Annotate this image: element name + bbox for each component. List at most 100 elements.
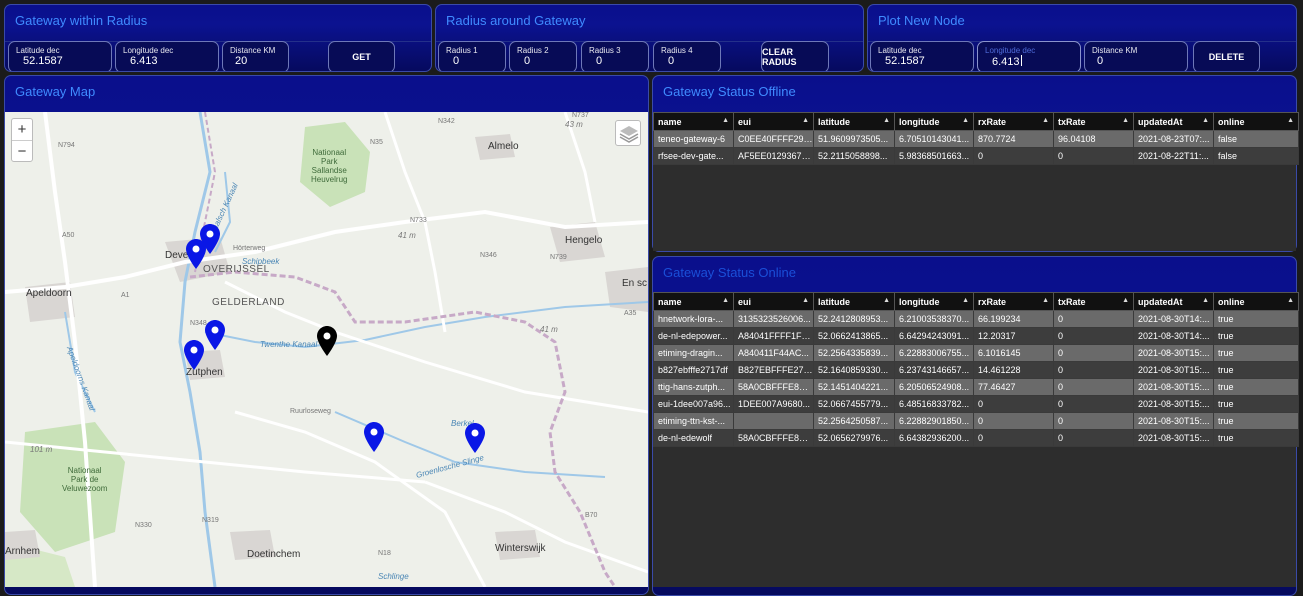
map-label: 43 m bbox=[565, 120, 583, 129]
sort-arrow-icon[interactable]: ▲ bbox=[1287, 117, 1294, 124]
column-header-label: rxRate bbox=[978, 296, 1007, 307]
field-label: Latitude dec bbox=[878, 46, 922, 55]
table-cell: 52.1640859330... bbox=[813, 361, 895, 379]
gateway-marker[interactable] bbox=[186, 239, 206, 269]
sort-arrow-icon[interactable]: ▲ bbox=[1042, 117, 1049, 124]
gateway-map[interactable]: Almelo Hengelo En sc Deven OVERIJSSEL GE… bbox=[5, 112, 648, 587]
delete-button[interactable]: DELETE bbox=[1193, 41, 1260, 71]
longitude-field[interactable]: Longitude dec 6.413 bbox=[115, 41, 219, 71]
field-label: Longitude dec bbox=[123, 46, 174, 55]
table-row[interactable]: de-nl-edewolf 58A0CBFFFE804... 52.06562799… bbox=[653, 429, 1299, 447]
column-header-latitude[interactable]: latitude ▲ bbox=[813, 112, 895, 131]
radius-3-field[interactable]: Radius 3 0 bbox=[581, 41, 649, 71]
map-label: N18 bbox=[378, 550, 391, 557]
table-row[interactable]: ttig-hans-zutph... 58A0CBFFFE800... 52.145… bbox=[653, 378, 1299, 396]
table-row[interactable]: eui-1dee007a96... 1DEE007A9680... 52.06674… bbox=[653, 395, 1299, 413]
table-row[interactable]: etiming-dragin... A840411F44AC... 52.25643… bbox=[653, 344, 1299, 362]
sort-arrow-icon[interactable]: ▲ bbox=[883, 297, 890, 304]
column-header-label: name bbox=[658, 296, 682, 307]
table-cell: true bbox=[1213, 361, 1299, 379]
latitude-field[interactable]: Latitude dec 52.1587 bbox=[8, 41, 112, 71]
table-cell: true bbox=[1213, 429, 1299, 447]
get-button[interactable]: GET bbox=[328, 41, 395, 71]
sort-arrow-icon[interactable]: ▲ bbox=[722, 297, 729, 304]
column-header-updatedAt[interactable]: updatedAt ▲ bbox=[1133, 112, 1214, 131]
column-header-longitude[interactable]: longitude ▲ bbox=[894, 292, 974, 311]
map-label: N330 bbox=[135, 522, 152, 529]
sort-arrow-icon[interactable]: ▲ bbox=[722, 117, 729, 124]
table-cell: 58A0CBFFFE800... bbox=[733, 378, 814, 396]
column-header-rxRate[interactable]: rxRate ▲ bbox=[973, 292, 1054, 311]
sort-arrow-icon[interactable]: ▲ bbox=[1042, 297, 1049, 304]
table-row[interactable]: hnetwork-lora-... 3135323526006... 52.2412… bbox=[653, 310, 1299, 328]
layers-button[interactable] bbox=[615, 120, 641, 146]
gateway-marker[interactable] bbox=[205, 320, 225, 350]
table-cell: de-nl-edepower... bbox=[653, 327, 734, 345]
map-label: En sc bbox=[622, 278, 648, 289]
table-row[interactable]: b827ebfffe2717df B827EBFFFE271... 52.16408… bbox=[653, 361, 1299, 379]
gateway-marker[interactable] bbox=[465, 423, 485, 453]
node-longitude-field[interactable]: Longitude dec 6.413 bbox=[977, 41, 1081, 71]
table-cell: de-nl-edewolf bbox=[653, 429, 734, 447]
table-cell: false bbox=[1213, 130, 1299, 148]
map-label: N794 bbox=[58, 142, 75, 149]
table-cell: b827ebfffe2717df bbox=[653, 361, 734, 379]
field-label: Radius 1 bbox=[446, 46, 478, 55]
map-label: N35 bbox=[370, 139, 383, 146]
radius-4-field[interactable]: Radius 4 0 bbox=[653, 41, 721, 71]
map-label: Nationaal Park Sallandse Heuvelrug bbox=[311, 148, 348, 184]
radius-1-field[interactable]: Radius 1 0 bbox=[438, 41, 506, 71]
sort-arrow-icon[interactable]: ▲ bbox=[1122, 297, 1129, 304]
column-header-label: eui bbox=[738, 296, 752, 307]
gateway-marker[interactable] bbox=[184, 340, 204, 370]
column-header-rxRate[interactable]: rxRate ▲ bbox=[973, 112, 1054, 131]
radius-2-field[interactable]: Radius 2 0 bbox=[509, 41, 577, 71]
zoom-control: + − bbox=[11, 118, 33, 162]
distance-field[interactable]: Distance KM 20 bbox=[222, 41, 289, 71]
column-header-online[interactable]: online ▲ bbox=[1213, 292, 1299, 311]
column-header-latitude[interactable]: latitude ▲ bbox=[813, 292, 895, 311]
table-cell: 0 bbox=[973, 412, 1054, 430]
clear-radius-button[interactable]: CLEAR RADIUS bbox=[761, 41, 829, 71]
zoom-out-button[interactable]: − bbox=[12, 140, 32, 161]
table-cell: 52.1451404221... bbox=[813, 378, 895, 396]
table-cell: 52.2564250587... bbox=[813, 412, 895, 430]
sort-arrow-icon[interactable]: ▲ bbox=[1122, 117, 1129, 124]
table-cell: 2021-08-22T11:... bbox=[1133, 147, 1214, 165]
column-header-online[interactable]: online ▲ bbox=[1213, 112, 1299, 131]
table-cell: 6.1016145 bbox=[973, 344, 1054, 362]
column-header-name[interactable]: name ▲ bbox=[653, 292, 734, 311]
table-cell: true bbox=[1213, 412, 1299, 430]
table-row[interactable]: etiming-ttn-kst-... 52.2564250587... 6.228… bbox=[653, 412, 1299, 430]
table-row[interactable]: rfsee-dev-gate... AF5EE01293673... 52.2115… bbox=[653, 147, 1299, 165]
column-header-txRate[interactable]: txRate ▲ bbox=[1053, 112, 1134, 131]
field-value: 52.1587 bbox=[885, 55, 925, 67]
sort-arrow-icon[interactable]: ▲ bbox=[802, 117, 809, 124]
column-header-updatedAt[interactable]: updatedAt ▲ bbox=[1133, 292, 1214, 311]
online-table: name ▲ eui ▲ latitude ▲ longitude ▲ rxRate ▲ txRat… bbox=[653, 292, 1299, 447]
sort-arrow-icon[interactable]: ▲ bbox=[962, 117, 969, 124]
gateway-marker[interactable] bbox=[364, 422, 384, 452]
column-header-name[interactable]: name ▲ bbox=[653, 112, 734, 131]
table-row[interactable]: teneo-gateway-6 C0EE40FFFF294... 51.960997… bbox=[653, 130, 1299, 148]
layers-icon bbox=[619, 126, 639, 143]
table-row[interactable]: de-nl-edepower... A84041FFFF1F7... 52.0662… bbox=[653, 327, 1299, 345]
node-marker[interactable] bbox=[317, 326, 337, 356]
sort-arrow-icon[interactable]: ▲ bbox=[1287, 297, 1294, 304]
node-distance-field[interactable]: Distance KM 0 bbox=[1084, 41, 1188, 71]
table-cell: 0 bbox=[973, 429, 1054, 447]
column-header-eui[interactable]: eui ▲ bbox=[733, 112, 814, 131]
column-header-txRate[interactable]: txRate ▲ bbox=[1053, 292, 1134, 311]
column-header-label: latitude bbox=[818, 116, 851, 127]
column-header-longitude[interactable]: longitude ▲ bbox=[894, 112, 974, 131]
sort-arrow-icon[interactable]: ▲ bbox=[802, 297, 809, 304]
sort-arrow-icon[interactable]: ▲ bbox=[883, 117, 890, 124]
table-cell: 2021-08-30T15:... bbox=[1133, 378, 1214, 396]
column-header-label: latitude bbox=[818, 296, 851, 307]
node-latitude-field[interactable]: Latitude dec 52.1587 bbox=[870, 41, 974, 71]
sort-arrow-icon[interactable]: ▲ bbox=[1202, 117, 1209, 124]
sort-arrow-icon[interactable]: ▲ bbox=[962, 297, 969, 304]
column-header-eui[interactable]: eui ▲ bbox=[733, 292, 814, 311]
zoom-in-button[interactable]: + bbox=[12, 119, 32, 140]
sort-arrow-icon[interactable]: ▲ bbox=[1202, 297, 1209, 304]
